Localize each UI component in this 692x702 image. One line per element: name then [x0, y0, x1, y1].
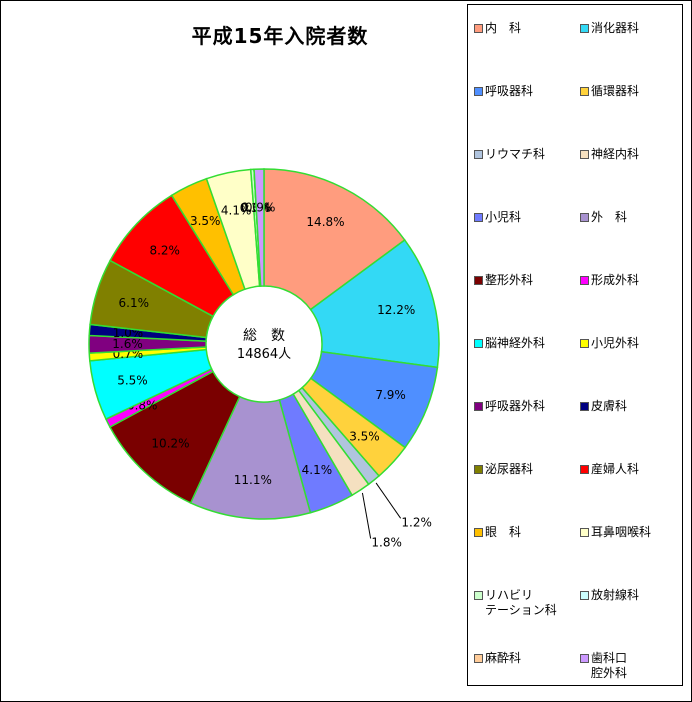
legend-swatch: [580, 465, 589, 474]
legend-swatch: [474, 339, 483, 348]
data-label: 4.1%: [302, 463, 333, 477]
legend-swatch: [580, 276, 589, 285]
legend-swatch: [474, 528, 483, 537]
legend-swatch: [474, 150, 483, 159]
legend-label: 外 科: [591, 210, 628, 224]
data-label: 11.1%: [234, 473, 272, 487]
legend-label: 眼 科: [485, 525, 522, 539]
legend-label: 小児外科: [591, 336, 640, 350]
data-label: 14.8%: [306, 215, 344, 229]
legend-swatch: [580, 24, 589, 33]
legend-swatch: [474, 465, 483, 474]
legend-label: 整形外科: [485, 273, 534, 287]
data-label: 10.2%: [151, 436, 189, 450]
leader-line: [375, 482, 402, 519]
data-label: 8.2%: [149, 243, 180, 257]
legend-swatch: [580, 591, 589, 600]
center-label: 総 数: [243, 328, 285, 344]
data-label: 6.1%: [119, 296, 150, 310]
legend-swatch: [474, 654, 483, 663]
legend-label: リウマチ科: [485, 147, 546, 161]
legend-swatch: [580, 528, 589, 537]
legend-swatch: [580, 402, 589, 411]
legend-swatch: [474, 24, 483, 33]
legend-label: 脳神経外科: [485, 336, 546, 350]
legend-label: 内 科: [485, 21, 522, 35]
data-label: 5.5%: [117, 373, 148, 387]
legend-label: 皮膚科: [591, 399, 628, 413]
legend-label: 小児科: [485, 210, 522, 224]
legend-label: 循環器科: [591, 84, 640, 98]
legend-label: 神経内科: [591, 147, 640, 161]
data-label: 3.5%: [349, 429, 380, 443]
legend-swatch: [580, 213, 589, 222]
legend-swatch: [474, 87, 483, 96]
legend-swatch: [474, 591, 483, 600]
data-label: 1.8%: [371, 535, 402, 549]
data-label: 7.9%: [375, 388, 406, 402]
legend-label: 形成外科: [591, 273, 640, 287]
legend-swatch: [474, 213, 483, 222]
data-label: 3.5%: [190, 214, 221, 228]
data-label: 1.2%: [401, 515, 432, 529]
data-label: 12.2%: [377, 303, 415, 317]
legend-label: リハビリ テーション科: [485, 588, 557, 617]
legend-label: 呼吸器科: [485, 84, 534, 98]
legend-label: 耳鼻咽喉科: [591, 525, 652, 539]
legend-swatch: [580, 150, 589, 159]
legend-swatch: [580, 339, 589, 348]
legend-label: 産婦人科: [591, 462, 640, 476]
legend-label: 放射線科: [591, 588, 640, 602]
legend-swatch: [580, 654, 589, 663]
legend-swatch: [580, 87, 589, 96]
legend-swatch: [474, 402, 483, 411]
legend: 内 科 消化器科呼吸器科 循環器科リウマチ科 神経内科小児科 外 科整形外科 形成外科脳神…: [467, 4, 683, 686]
leader-line: [361, 492, 372, 539]
legend-label: 消化器科: [591, 21, 640, 35]
center-value: 14864人: [237, 347, 291, 362]
center-hole: [207, 287, 321, 401]
legend-swatch: [474, 276, 483, 285]
legend-label: 歯科口 腔外科: [591, 651, 628, 680]
legend-label: 麻酔科: [485, 651, 522, 665]
legend-label: 泌尿器科: [485, 462, 534, 476]
data-label: 0.9%: [245, 201, 276, 215]
legend-label: 呼吸器外科: [485, 399, 546, 413]
